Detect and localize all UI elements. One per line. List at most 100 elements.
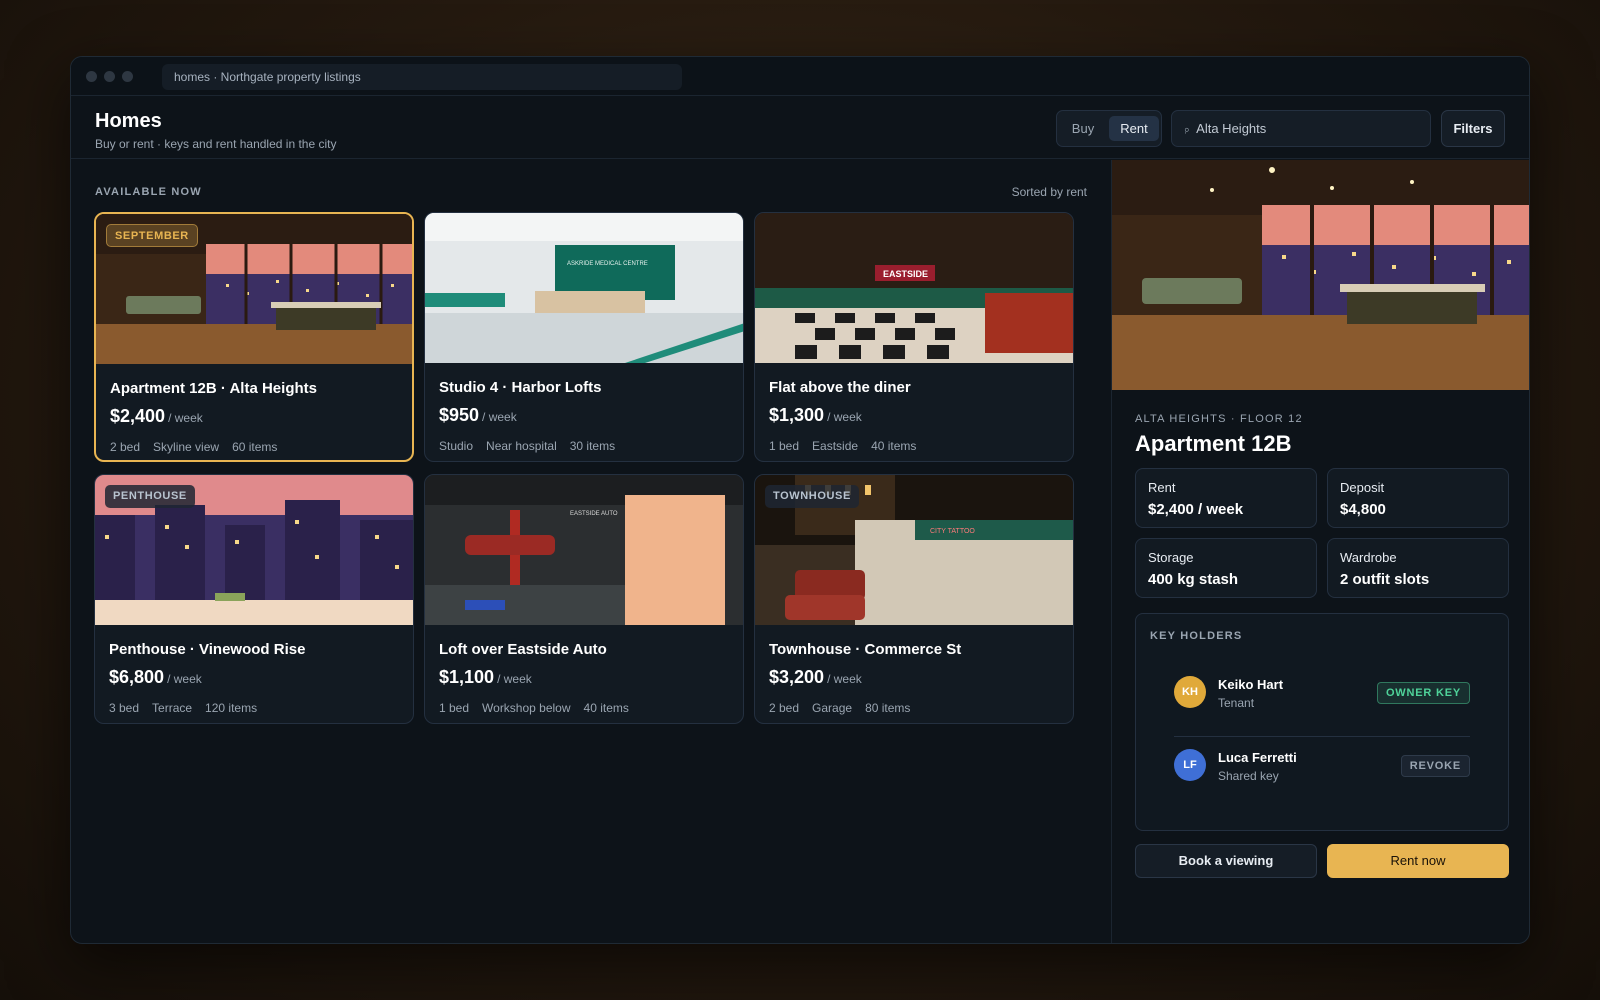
listing-name: Loft over Eastside Auto: [439, 641, 607, 658]
meta-items: 30 items: [569, 439, 616, 453]
listing-badge: TOWNHOUSE: [765, 485, 859, 508]
window-minimize-dot[interactable]: [104, 71, 115, 82]
title-bar: homes · Northgate property listings: [71, 57, 1529, 96]
listing-card[interactable]: EASTSIDE Flat above the diner $1,300/ we…: [754, 212, 1074, 462]
detail-location: ALTA HEIGHTS · FLOOR 12: [1135, 413, 1303, 425]
key-holders-label: KEY HOLDERS: [1150, 630, 1243, 642]
holder-role: Shared key: [1218, 769, 1279, 783]
stat-deposit: Deposit $4,800: [1327, 468, 1509, 528]
mode-rent-button[interactable]: Rent: [1109, 116, 1159, 141]
listing-meta: 2 bed Garage 80 items: [769, 701, 923, 715]
price-value: $1,100: [439, 667, 495, 687]
address-bar[interactable]: homes · Northgate property listings: [162, 64, 682, 90]
stat-label: Rent: [1148, 480, 1176, 495]
meta-items: 40 items: [871, 439, 917, 453]
stat-storage: Storage 400 kg stash: [1135, 538, 1317, 598]
search-value: Alta Heights: [1196, 121, 1267, 136]
window-maximize-dot[interactable]: [122, 71, 133, 82]
clinic-sign: ASKRIDE MEDICAL CENTRE: [567, 261, 648, 267]
listing-name: Townhouse · Commerce St: [769, 641, 962, 658]
listing-card[interactable]: ASKRIDE MEDICAL CENTRE Studio 4 · Harbor…: [424, 212, 744, 462]
meta-beds: Studio: [439, 439, 474, 453]
listing-price: $2,400/ week: [110, 406, 203, 427]
price-value: $950: [439, 405, 480, 425]
revoke-button[interactable]: REVOKE: [1400, 755, 1470, 777]
price-period: / week: [168, 411, 203, 425]
meta-feature: Garage: [812, 701, 853, 715]
listing-name: Flat above the diner: [769, 379, 911, 396]
section-label: AVAILABLE NOW: [95, 186, 202, 198]
meta-beds: 2 bed: [769, 701, 800, 715]
price-value: $1,300: [769, 405, 825, 425]
detail-photo: [1112, 160, 1529, 390]
listing-photo: EASTSIDE AUTO: [425, 475, 743, 625]
meta-beds: 1 bed: [439, 701, 470, 715]
listing-name: Studio 4 · Harbor Lofts: [439, 379, 602, 396]
price-value: $2,400: [110, 406, 166, 426]
meta-feature: Near hospital: [486, 439, 557, 453]
listing-card[interactable]: EASTSIDE AUTO Loft over Eastside Auto $1…: [424, 474, 744, 724]
sort-label[interactable]: Sorted by rent: [1012, 185, 1087, 199]
search-input[interactable]: ⌕ Alta Heights: [1171, 110, 1431, 147]
listing-name: Penthouse · Vinewood Rise: [109, 641, 306, 658]
listing-card[interactable]: SEPTEMBER Apartment 12B · Alta Heights $…: [94, 212, 414, 462]
filters-button[interactable]: Filters: [1441, 110, 1505, 147]
listing-meta: Studio Near hospital 30 items: [439, 439, 628, 453]
detail-panel: ALTA HEIGHTS · FLOOR 12 Apartment 12B Re…: [1112, 160, 1529, 943]
window-close-dot[interactable]: [86, 71, 97, 82]
app-window: homes · Northgate property listings Home…: [70, 56, 1530, 944]
listing-price: $3,200/ week: [769, 667, 862, 688]
page-title: Homes: [95, 110, 162, 132]
listing-badge: PENTHOUSE: [105, 485, 195, 508]
listing-meta: 1 bed Eastside 40 items: [769, 439, 929, 453]
rent-now-button[interactable]: Rent now: [1327, 844, 1509, 878]
stat-label: Wardrobe: [1340, 550, 1397, 565]
price-period: / week: [497, 672, 532, 686]
page-header: Homes Buy or rent · keys and rent handle…: [71, 97, 1529, 159]
listing-photo: ASKRIDE MEDICAL CENTRE: [425, 213, 743, 363]
stat-value: 2 outfit slots: [1340, 571, 1430, 588]
price-period: / week: [827, 672, 862, 686]
listings-panel: AVAILABLE NOW Sorted by rent SEPTEMBER A…: [71, 160, 1111, 943]
meta-beds: 3 bed: [109, 701, 140, 715]
search-icon: ⌕: [1181, 123, 1192, 137]
stat-label: Storage: [1148, 550, 1194, 565]
listing-meta: 3 bed Terrace 120 items: [109, 701, 270, 715]
book-viewing-button[interactable]: Book a viewing: [1135, 844, 1317, 878]
listing-name: Apartment 12B · Alta Heights: [110, 380, 317, 397]
key-holders-panel: KEY HOLDERS KH Keiko Hart Tenant OWNER K…: [1135, 613, 1509, 831]
page-subtitle: Buy or rent · keys and rent handled in t…: [95, 137, 337, 151]
street-sign: CITY TATTOO: [930, 528, 975, 535]
listing-card[interactable]: PENTHOUSE Penthouse · Vinewood Rise $6,8…: [94, 474, 414, 724]
mode-buy-button[interactable]: Buy: [1063, 116, 1103, 141]
diner-sign: EASTSIDE: [883, 269, 928, 279]
holder-role: Tenant: [1218, 696, 1255, 710]
listing-meta: 2 bed Skyline view 60 items: [110, 440, 290, 454]
listing-badge: SEPTEMBER: [106, 224, 198, 247]
price-period: / week: [827, 410, 862, 424]
listing-meta: 1 bed Workshop below 40 items: [439, 701, 642, 715]
meta-beds: 1 bed: [769, 439, 800, 453]
listing-price: $1,300/ week: [769, 405, 862, 426]
meta-feature: Terrace: [152, 701, 193, 715]
stat-value: 400 kg stash: [1148, 571, 1239, 588]
listing-price: $950/ week: [439, 405, 517, 426]
listing-card[interactable]: CITY TATTOO TOWNHOUSE Townhouse · Commer…: [754, 474, 1074, 724]
stat-rent: Rent $2,400 / week: [1135, 468, 1317, 528]
stat-value: $2,400 / week: [1148, 501, 1244, 518]
avatar: KH: [1174, 676, 1206, 708]
meta-items: 40 items: [583, 701, 629, 715]
key-holder-row: KH Keiko Hart Tenant OWNER KEY: [1174, 672, 1470, 712]
meta-feature: Eastside: [812, 439, 859, 453]
listing-price: $6,800/ week: [109, 667, 202, 688]
stat-value: $4,800: [1340, 501, 1386, 518]
meta-beds: 2 bed: [110, 440, 141, 454]
key-holder-row: LF Luca Ferretti Shared key REVOKE: [1174, 745, 1470, 785]
price-period: / week: [482, 410, 517, 424]
meta-feature: Workshop below: [482, 701, 571, 715]
holder-name: Luca Ferretti: [1218, 750, 1297, 765]
listing-photo: EASTSIDE: [755, 213, 1073, 363]
owner-key-badge: OWNER KEY: [1376, 682, 1470, 704]
buy-rent-toggle: Buy Rent: [1056, 110, 1162, 147]
avatar: LF: [1174, 749, 1206, 781]
